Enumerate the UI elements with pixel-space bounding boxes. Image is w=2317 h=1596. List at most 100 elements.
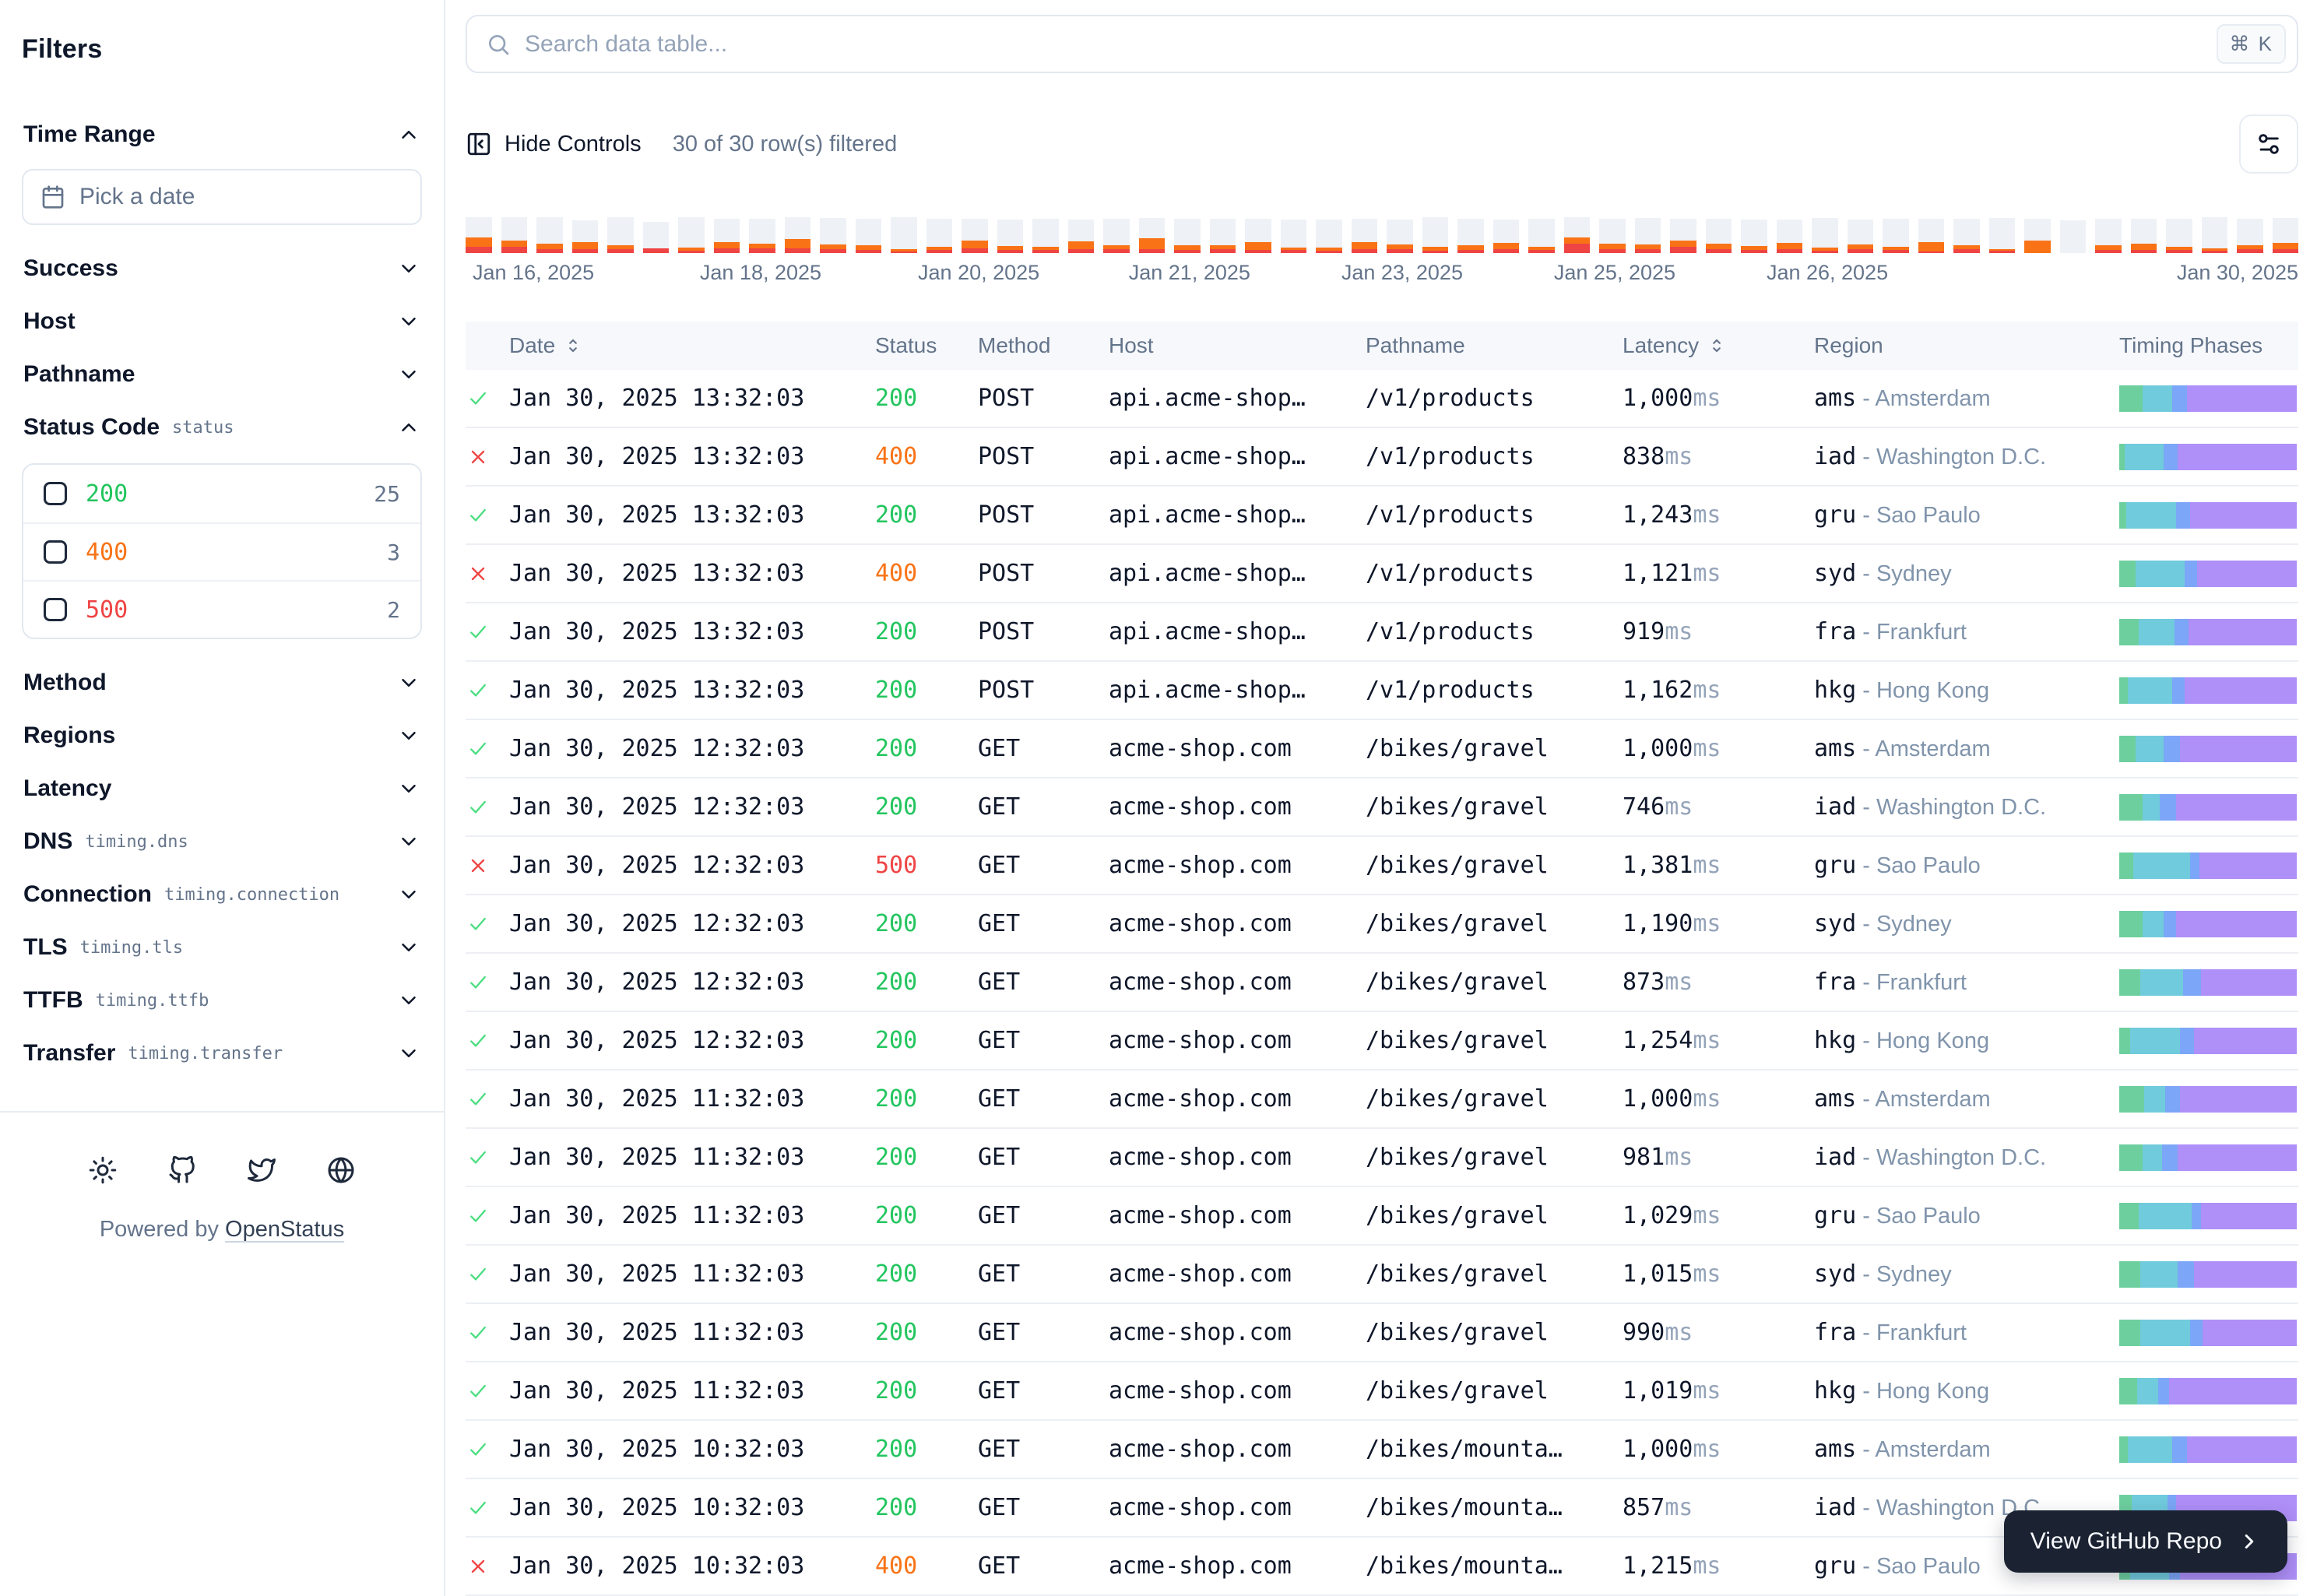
- section-transfer[interactable]: Transfer timing.transfer: [22, 1027, 422, 1080]
- table-row[interactable]: Jan 30, 2025 11:32:03200GETacme-shop.com…: [466, 1187, 2298, 1246]
- timeline-bar[interactable]: [1599, 217, 1626, 253]
- status-option-400[interactable]: 400 3: [23, 522, 420, 580]
- timeline-bar[interactable]: [2060, 217, 2087, 253]
- table-row[interactable]: Jan 30, 2025 12:32:03200GETacme-shop.com…: [466, 954, 2298, 1012]
- timeline-bar[interactable]: [1953, 217, 1980, 253]
- header-latency[interactable]: Latency: [1615, 333, 1806, 358]
- header-host[interactable]: Host: [1101, 333, 1358, 358]
- timeline-bar[interactable]: [2095, 217, 2122, 253]
- timeline-bar[interactable]: [1564, 217, 1591, 253]
- section-ttfb[interactable]: TTFB timing.ttfb: [22, 974, 422, 1027]
- header-date[interactable]: Date: [501, 333, 867, 358]
- timeline-bar[interactable]: [2024, 217, 2051, 253]
- sort-icon[interactable]: [563, 336, 583, 356]
- timeline-bar[interactable]: [1422, 217, 1449, 253]
- timeline-bar[interactable]: [856, 217, 882, 253]
- section-tls[interactable]: TLS timing.tls: [22, 921, 422, 974]
- timeline-bar[interactable]: [2166, 217, 2192, 253]
- view-github-repo-button[interactable]: View GitHub Repo: [2004, 1510, 2287, 1573]
- section-success[interactable]: Success: [22, 242, 422, 295]
- section-regions[interactable]: Regions: [22, 709, 422, 762]
- timeline-bar[interactable]: [1777, 217, 1803, 253]
- section-status-code[interactable]: Status Code status: [22, 401, 422, 454]
- search-input[interactable]: [525, 31, 2203, 58]
- timeline-bar[interactable]: [1883, 217, 1909, 253]
- table-row[interactable]: Jan 30, 2025 11:32:03200GETacme-shop.com…: [466, 1304, 2298, 1362]
- timeline-bar[interactable]: [2273, 217, 2299, 253]
- table-row[interactable]: Jan 30, 2025 13:32:03200POSTapi.acme-sho…: [466, 487, 2298, 545]
- table-row[interactable]: Jan 30, 2025 12:32:03200GETacme-shop.com…: [466, 1012, 2298, 1070]
- timeline-bar[interactable]: [678, 217, 705, 253]
- table-row[interactable]: Jan 30, 2025 12:32:03200GETacme-shop.com…: [466, 720, 2298, 779]
- header-status[interactable]: Status: [867, 333, 970, 358]
- timeline-bar[interactable]: [891, 217, 917, 253]
- timeline-bar[interactable]: [962, 217, 988, 253]
- twitter-icon[interactable]: [244, 1153, 279, 1187]
- timeline-bar[interactable]: [1812, 217, 1838, 253]
- timeline-bar[interactable]: [1457, 217, 1484, 253]
- table-row[interactable]: Jan 30, 2025 12:32:03200GETacme-shop.com…: [466, 895, 2298, 954]
- checkbox[interactable]: [44, 540, 67, 564]
- timeline-bar[interactable]: [1670, 217, 1696, 253]
- section-connection[interactable]: Connection timing.connection: [22, 868, 422, 921]
- timeline-bar[interactable]: [1848, 217, 1874, 253]
- github-icon[interactable]: [165, 1153, 199, 1187]
- timeline-bar[interactable]: [749, 217, 775, 253]
- timeline-bar[interactable]: [466, 217, 492, 253]
- section-dns[interactable]: DNS timing.dns: [22, 815, 422, 868]
- timeline-bar[interactable]: [536, 217, 563, 253]
- header-pathname[interactable]: Pathname: [1358, 333, 1615, 358]
- timeline-bar[interactable]: [1316, 217, 1342, 253]
- timeline-bar[interactable]: [643, 217, 670, 253]
- timeline-bar[interactable]: [1032, 217, 1059, 253]
- section-pathname[interactable]: Pathname: [22, 348, 422, 401]
- section-method[interactable]: Method: [22, 656, 422, 709]
- timeline-bar[interactable]: [714, 217, 740, 253]
- date-picker-input[interactable]: Pick a date: [22, 169, 422, 225]
- table-row[interactable]: Jan 30, 2025 11:32:03200GETacme-shop.com…: [466, 1129, 2298, 1187]
- timeline-bar[interactable]: [785, 217, 811, 253]
- table-row[interactable]: Jan 30, 2025 13:32:03400POSTapi.acme-sho…: [466, 545, 2298, 603]
- timeline-bar[interactable]: [2131, 217, 2157, 253]
- timeline-bar[interactable]: [501, 217, 528, 253]
- timeline-bar[interactable]: [1139, 217, 1166, 253]
- timeline-bar[interactable]: [1210, 217, 1236, 253]
- timeline-bar[interactable]: [1281, 217, 1307, 253]
- table-row[interactable]: Jan 30, 2025 11:32:03200GETacme-shop.com…: [466, 1362, 2298, 1421]
- hide-controls-button[interactable]: Hide Controls: [466, 131, 642, 157]
- table-row[interactable]: Jan 30, 2025 11:32:03200GETacme-shop.com…: [466, 1070, 2298, 1129]
- timeline-bar[interactable]: [1103, 217, 1130, 253]
- timeline-bar[interactable]: [1068, 217, 1095, 253]
- timeline-bar[interactable]: [572, 217, 599, 253]
- timeline-bar[interactable]: [2202, 217, 2228, 253]
- sort-icon[interactable]: [1707, 336, 1727, 356]
- view-options-button[interactable]: [2239, 114, 2298, 174]
- table-row[interactable]: Jan 30, 2025 13:32:03200POSTapi.acme-sho…: [466, 662, 2298, 720]
- table-row[interactable]: Jan 30, 2025 11:32:03200GETacme-shop.com…: [466, 1246, 2298, 1304]
- table-row[interactable]: Jan 30, 2025 10:32:03200GETacme-shop.com…: [466, 1421, 2298, 1479]
- table-row[interactable]: Jan 30, 2025 12:32:03500GETacme-shop.com…: [466, 837, 2298, 895]
- timeline-bar[interactable]: [607, 217, 634, 253]
- table-row[interactable]: Jan 30, 2025 13:32:03200POSTapi.acme-sho…: [466, 370, 2298, 428]
- section-latency[interactable]: Latency: [22, 762, 422, 815]
- status-option-500[interactable]: 500 2: [23, 580, 420, 638]
- checkbox[interactable]: [44, 598, 67, 621]
- timeline-bar[interactable]: [1245, 217, 1271, 253]
- header-method[interactable]: Method: [970, 333, 1101, 358]
- timeline-bar[interactable]: [1918, 217, 1945, 253]
- timeline-bar[interactable]: [1528, 217, 1555, 253]
- section-host[interactable]: Host: [22, 295, 422, 348]
- section-time-range[interactable]: Time Range: [22, 108, 422, 161]
- openstatus-link[interactable]: OpenStatus: [225, 1217, 344, 1242]
- status-option-200[interactable]: 200 25: [23, 465, 420, 522]
- timeline-bar[interactable]: [1493, 217, 1520, 253]
- table-row[interactable]: Jan 30, 2025 13:32:03400POSTapi.acme-sho…: [466, 428, 2298, 487]
- timeline-bar[interactable]: [997, 217, 1024, 253]
- header-region[interactable]: Region: [1806, 333, 2111, 358]
- globe-icon[interactable]: [324, 1153, 358, 1187]
- table-row[interactable]: Jan 30, 2025 13:32:03200POSTapi.acme-sho…: [466, 603, 2298, 662]
- timeline-bar[interactable]: [1174, 217, 1201, 253]
- checkbox[interactable]: [44, 482, 67, 505]
- timeline-bar[interactable]: [1387, 217, 1413, 253]
- timeline-bar[interactable]: [820, 217, 846, 253]
